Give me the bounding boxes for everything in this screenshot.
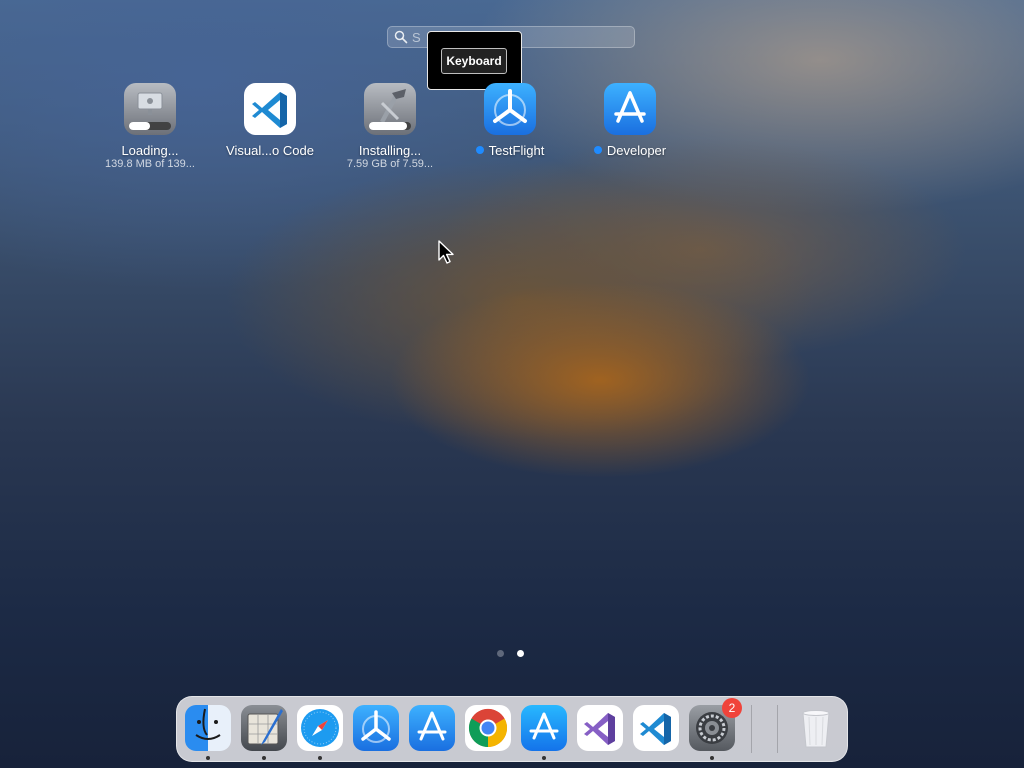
testflight-icon [484, 83, 536, 135]
finder-icon[interactable] [185, 705, 231, 760]
app-label: Installing... [358, 143, 422, 158]
loading-app-icon [124, 83, 176, 135]
app-install-status: 7.59 GB of 7.59... [346, 158, 434, 170]
new-app-dot [475, 146, 484, 154]
running-indicator [206, 756, 210, 760]
app-installing[interactable]: Installing... 7.59 GB of 7.59... [330, 83, 450, 171]
app-label: Developer [570, 143, 690, 158]
testflight-icon[interactable] [353, 705, 399, 751]
page-indicator-1[interactable] [497, 650, 504, 657]
download-progress-fill [129, 122, 150, 130]
page-indicator-2[interactable] [517, 650, 524, 657]
app-developer[interactable]: Developer [570, 83, 690, 158]
download-progress-bar [129, 122, 171, 130]
search-icon [394, 30, 408, 44]
mouse-cursor-icon [438, 240, 454, 264]
running-indicator [542, 756, 546, 760]
new-app-dot [593, 146, 602, 154]
app-label-text: TestFlight [488, 143, 545, 158]
keyboard-tooltip: Keyboard [427, 31, 522, 90]
vscode-icon [244, 83, 296, 135]
app-label-text: Developer [606, 143, 667, 158]
xcode-icon [364, 83, 416, 135]
running-indicator [262, 756, 266, 760]
running-indicator [318, 756, 322, 760]
install-progress-fill [369, 122, 407, 130]
script-editor-icon[interactable] [241, 705, 287, 760]
install-progress-bar [369, 122, 411, 130]
developer-icon [604, 83, 656, 135]
app-store-icon[interactable] [521, 705, 567, 760]
dock-divider [751, 705, 752, 753]
safari-icon[interactable] [297, 705, 343, 760]
chrome-icon[interactable] [465, 705, 511, 751]
running-indicator [710, 756, 714, 760]
vscode-icon[interactable] [633, 705, 679, 751]
app-download-status: 139.8 MB of 139... [105, 158, 195, 170]
notification-badge: 2 [722, 698, 742, 718]
app-vscode[interactable]: Visual...o Code [210, 83, 330, 158]
app-label: Loading... [121, 143, 179, 158]
keyboard-tooltip-label: Keyboard [441, 48, 507, 74]
visual-studio-icon[interactable] [577, 705, 623, 751]
dock-divider [777, 705, 778, 753]
trash-icon[interactable] [793, 705, 839, 751]
developer-icon[interactable] [409, 705, 455, 751]
system-settings-icon[interactable]: 2 [689, 698, 742, 760]
dock: 2 [176, 696, 848, 762]
app-loading[interactable]: Loading... 139.8 MB of 139... [90, 83, 210, 171]
app-label: Visual...o Code [226, 143, 314, 158]
app-testflight[interactable]: TestFlight [450, 83, 570, 158]
app-label: TestFlight [450, 143, 570, 158]
